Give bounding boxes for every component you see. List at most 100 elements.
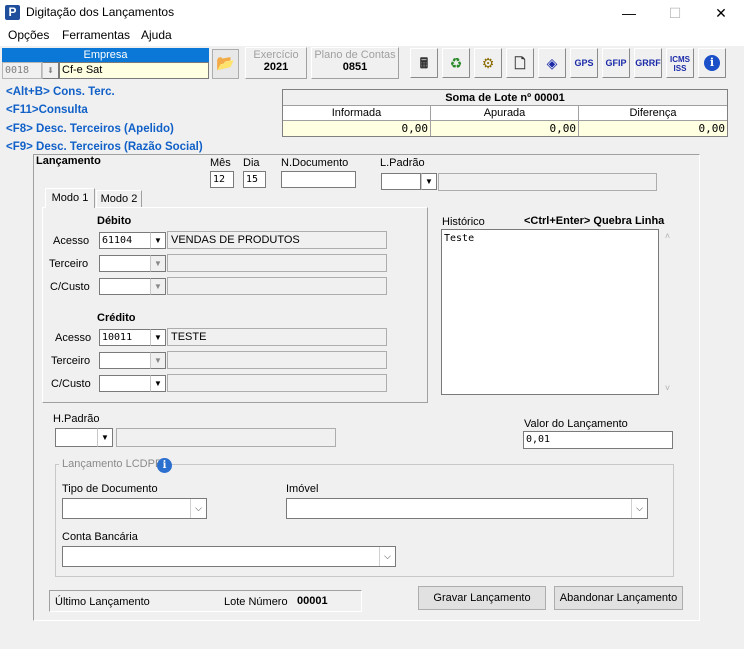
value-informada: 0,00 (283, 121, 431, 136)
gfip-button[interactable]: GFIP (602, 48, 630, 78)
new-doc-icon[interactable]: 🗋 (506, 48, 534, 78)
debito-ccusto-dropdown-icon[interactable]: ▼ (150, 278, 166, 295)
chevron-down-icon: ⌵ (190, 499, 206, 518)
value-apurada: 0,00 (431, 121, 579, 136)
historico-label: Histórico (442, 216, 485, 228)
tab-modo-1[interactable]: Modo 1 (45, 188, 95, 208)
credito-acesso-label: Acesso (55, 332, 92, 344)
maximize-icon: ☐ (668, 5, 682, 21)
debito-ccusto-field[interactable] (99, 278, 151, 295)
chevron-down-icon: ⌵ (631, 499, 647, 518)
menu-opcoes[interactable]: Opções (8, 28, 49, 42)
tipo-documento-select[interactable]: ⌵ (62, 498, 207, 519)
target-icon[interactable]: ◈ (538, 48, 566, 78)
debito-acesso-label: Acesso (53, 235, 90, 247)
abandonar-lancamento-button[interactable]: Abandonar Lançamento (554, 586, 683, 610)
col-diferenca: Diferença (579, 106, 727, 121)
conta-bancaria-select[interactable]: ⌵ (62, 546, 396, 567)
shortcut-f11: <F11>Consulta (6, 104, 88, 116)
lote-numero-label: Lote Número (224, 596, 288, 608)
gps-button[interactable]: GPS (570, 48, 598, 78)
gear-doc-icon[interactable]: ⚙ (474, 48, 502, 78)
menu-ajuda[interactable]: Ajuda (141, 28, 172, 42)
empresa-code-field: 0018 (2, 62, 42, 79)
historico-scrollbar[interactable]: ˄ ˅ (659, 229, 676, 395)
lpadrao-desc (438, 173, 657, 191)
debito-terceiro-label: Terceiro (49, 258, 89, 270)
debito-ccusto-desc (167, 277, 387, 295)
credito-terceiro-field[interactable] (99, 352, 151, 369)
credito-terceiro-dropdown-icon[interactable]: ▼ (150, 352, 166, 369)
close-icon[interactable]: ✕ (698, 0, 744, 27)
lpadrao-field[interactable] (381, 173, 421, 190)
credito-terceiro-desc (167, 351, 387, 369)
debito-title: Débito (97, 215, 132, 227)
debito-acesso-field[interactable]: 61104 (99, 232, 151, 249)
credito-ccusto-field[interactable] (99, 375, 151, 392)
menu-ferramentas[interactable]: Ferramentas (62, 28, 130, 42)
exercicio-value: 2021 (263, 61, 289, 73)
mes-field[interactable]: 12 (210, 171, 234, 188)
ultimo-lancamento-label: Último Lançamento (55, 596, 150, 608)
credito-acesso-field[interactable]: 10011 (99, 329, 151, 346)
credito-ccusto-desc (167, 374, 387, 392)
lote-numero-value: 00001 (297, 595, 328, 607)
historico-hint: <Ctrl+Enter> Quebra Linha (524, 215, 665, 227)
plano-contas-panel: Plano de Contas 0851 (311, 47, 399, 79)
lancamento-title: Lançamento (36, 155, 101, 167)
hpadrao-field[interactable] (55, 428, 98, 447)
plano-contas-value: 0851 (342, 61, 368, 73)
hpadrao-desc (116, 428, 336, 447)
col-informada: Informada (283, 106, 431, 121)
grrf-button[interactable]: GRRF (634, 48, 662, 78)
lcdpr-info-icon[interactable]: i (157, 458, 172, 473)
mes-label: Mês (210, 157, 231, 169)
ndoc-label: N.Documento (281, 157, 349, 169)
exercicio-label: Exercício (253, 49, 299, 61)
debito-acesso-dropdown-icon[interactable]: ▼ (150, 232, 166, 249)
lpadrao-label: L.Padrão (380, 157, 425, 169)
tab-modo-2[interactable]: Modo 2 (96, 190, 142, 207)
credito-acesso-desc: TESTE (167, 328, 387, 346)
exercicio-panel: Exercício 2021 (245, 47, 307, 79)
empresa-name-field[interactable]: Cf-e Sat (59, 62, 209, 79)
lcdpr-title: Lançamento LCDPR (59, 458, 166, 470)
historico-textarea[interactable]: Teste (441, 229, 659, 395)
minimize-icon[interactable]: — (606, 0, 652, 27)
credito-acesso-dropdown-icon[interactable]: ▼ (150, 329, 166, 346)
shortcut-alt-b: <Alt+B> Cons. Terc. (6, 86, 115, 98)
debito-terceiro-desc (167, 254, 387, 272)
calculator-icon[interactable]: 🖩 (410, 48, 438, 78)
valor-field[interactable]: 0,01 (523, 431, 673, 449)
icms-iss-button[interactable]: ICMS ISS (666, 48, 694, 78)
credito-ccusto-label: C/Custo (51, 378, 91, 390)
debito-terceiro-dropdown-icon[interactable]: ▼ (150, 255, 166, 272)
empresa-lookup-icon: ⬇ (42, 62, 59, 79)
icms-label: ICMS (670, 55, 690, 64)
tipo-documento-label: Tipo de Documento (62, 483, 158, 495)
soma-lote-title: Soma de Lote nº 00001 (283, 90, 727, 106)
scroll-up-icon[interactable]: ˄ (659, 231, 676, 241)
scroll-down-icon[interactable]: ˅ (659, 383, 676, 393)
hpadrao-dropdown-icon[interactable]: ▼ (97, 428, 113, 447)
shortcut-f8: <F8> Desc. Terceiros (Apelido) (6, 123, 174, 135)
col-apurada: Apurada (431, 106, 579, 121)
soma-lote-table: Soma de Lote nº 00001 Informada Apurada … (282, 89, 728, 137)
info-icon[interactable]: i (698, 48, 726, 78)
window-title: Digitação dos Lançamentos (26, 5, 175, 19)
valor-label: Valor do Lançamento (524, 418, 628, 430)
value-diferenca: 0,00 (579, 121, 727, 136)
ndoc-field[interactable] (281, 171, 356, 188)
lpadrao-dropdown-icon[interactable]: ▼ (421, 173, 437, 190)
dia-field[interactable]: 15 (243, 171, 266, 188)
debito-acesso-desc: VENDAS DE PRODUTOS (167, 231, 387, 249)
chevron-down-icon: ⌵ (379, 547, 395, 566)
hpadrao-label: H.Padrão (53, 413, 100, 425)
recycle-icon[interactable]: ♻ (442, 48, 470, 78)
credito-ccusto-dropdown-icon[interactable]: ▼ (150, 375, 166, 392)
imovel-select[interactable]: ⌵ (286, 498, 648, 519)
debito-terceiro-field[interactable] (99, 255, 151, 272)
plano-contas-label: Plano de Contas (314, 49, 396, 61)
open-folder-button[interactable]: 📂 (212, 49, 239, 79)
gravar-lancamento-button[interactable]: Gravar Lançamento (418, 586, 546, 610)
